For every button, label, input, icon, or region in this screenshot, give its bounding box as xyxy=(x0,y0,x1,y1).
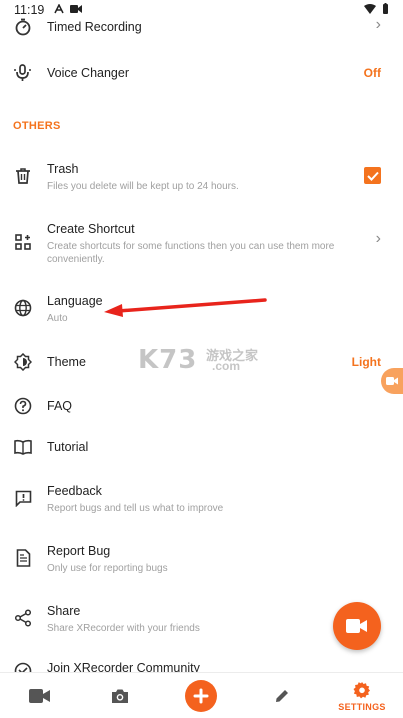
theme-icon xyxy=(13,352,33,372)
wifi-icon xyxy=(364,3,376,17)
timer-icon xyxy=(13,17,33,37)
plus-icon xyxy=(193,688,209,704)
join-community-label: Join XRecorder Community xyxy=(47,661,200,672)
video-notification-icon xyxy=(70,3,83,17)
annotation-arrow xyxy=(104,298,267,317)
trash-description: Files you delete will be kept up to 24 h… xyxy=(47,181,239,192)
nav-add-button[interactable] xyxy=(161,673,241,718)
feedback-description: Report bugs and tell us what to improve xyxy=(47,503,224,514)
community-icon xyxy=(13,661,33,672)
pencil-icon xyxy=(276,690,288,702)
nav-videos-button[interactable] xyxy=(0,673,80,718)
feedback-icon xyxy=(13,488,33,508)
settings-item-faq[interactable]: FAQ xyxy=(0,395,403,417)
globe-icon xyxy=(13,298,33,318)
voice-changer-value: Off xyxy=(363,66,381,80)
voice-changer-label: Voice Changer xyxy=(47,66,130,80)
battery-icon xyxy=(382,3,389,17)
floating-recorder-tab[interactable] xyxy=(381,368,403,394)
chevron-right-icon: › xyxy=(375,230,381,247)
notification-a-icon xyxy=(54,3,65,17)
nav-settings-label: SETTINGS xyxy=(338,701,386,712)
nav-settings-button[interactable]: SETTINGS xyxy=(322,673,402,718)
help-circle-icon xyxy=(13,396,33,416)
watermark-logo: K73 xyxy=(138,345,198,375)
settings-item-trash[interactable]: Trash Files you delete will be kept up t… xyxy=(0,158,403,198)
share-label: Share xyxy=(47,604,81,618)
document-icon xyxy=(13,548,33,568)
faq-label: FAQ xyxy=(47,399,73,413)
watermark: K73 游戏之家 .com xyxy=(138,345,258,375)
nav-edit-button[interactable] xyxy=(242,673,322,718)
settings-item-timed-recording[interactable]: Timed Recording › xyxy=(0,16,403,38)
status-time: 11:19 xyxy=(14,3,45,17)
timed-recording-label: Timed Recording xyxy=(47,20,142,34)
report-bug-label: Report Bug xyxy=(47,544,111,558)
video-camera-icon xyxy=(346,619,367,633)
share-description: Share XRecorder with your friends xyxy=(47,623,200,634)
trash-icon xyxy=(13,166,33,186)
nav-screenshots-button[interactable] xyxy=(80,673,160,718)
section-header-others: OTHERS xyxy=(13,120,61,132)
trash-label: Trash xyxy=(47,162,79,176)
watermark-domain: .com xyxy=(212,359,241,373)
video-camera-icon xyxy=(386,377,398,385)
settings-item-join-community[interactable]: Join XRecorder Community xyxy=(0,658,403,672)
share-icon xyxy=(13,608,33,628)
theme-value: Light xyxy=(351,355,381,369)
settings-item-theme[interactable]: Theme Light xyxy=(0,350,403,374)
bottom-navigation: SETTINGS xyxy=(0,672,403,718)
settings-item-tutorial[interactable]: Tutorial xyxy=(0,436,403,458)
trash-checkbox[interactable] xyxy=(364,167,381,184)
record-fab-button[interactable] xyxy=(333,602,381,650)
video-camera-icon xyxy=(29,689,50,703)
settings-item-create-shortcut[interactable]: Create Shortcut Create shortcuts for som… xyxy=(0,218,403,266)
report-bug-description: Only use for reporting bugs xyxy=(47,563,168,574)
settings-item-report-bug[interactable]: Report Bug Only use for reporting bugs xyxy=(0,540,403,580)
shortcut-grid-icon xyxy=(13,232,33,252)
create-shortcut-label: Create Shortcut xyxy=(47,222,135,236)
book-icon xyxy=(13,437,33,457)
settings-item-voice-changer[interactable]: Voice Changer Off xyxy=(0,60,403,86)
tutorial-label: Tutorial xyxy=(47,440,89,454)
voice-changer-icon xyxy=(13,63,33,83)
gear-icon xyxy=(353,681,370,698)
feedback-label: Feedback xyxy=(47,484,102,498)
create-shortcut-description: Create shortcuts for some functions then… xyxy=(47,241,335,265)
settings-item-feedback[interactable]: Feedback Report bugs and tell us what to… xyxy=(0,480,403,520)
camera-icon xyxy=(112,689,128,703)
chevron-right-icon: › xyxy=(375,16,381,33)
